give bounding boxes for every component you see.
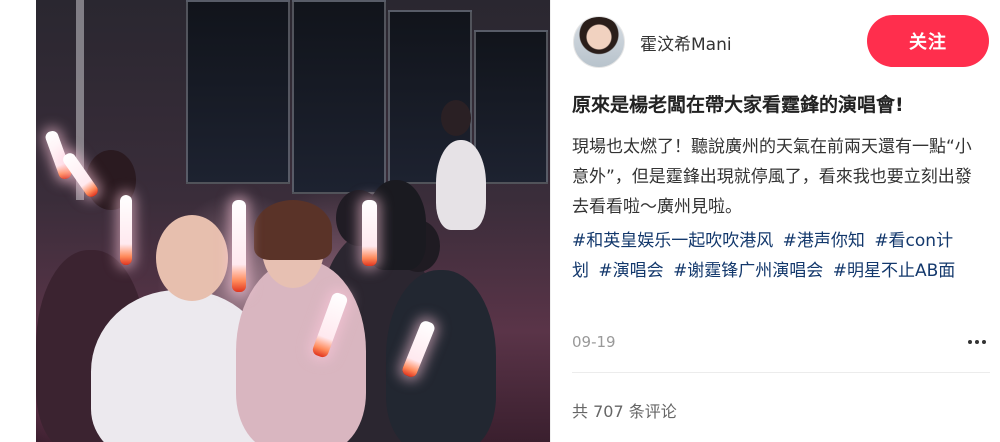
post-date: 09-19 xyxy=(572,333,616,351)
hashtag-link[interactable]: #明星不止AB面 xyxy=(833,261,956,281)
woman-hair xyxy=(254,200,332,260)
post-tags: #和英皇娱乐一起吹吹港风 #港声你知 #看con计划 #演唱会 #谢霆锋广州演唱… xyxy=(572,226,972,286)
crowd-person xyxy=(436,140,486,230)
hashtag-link[interactable]: #和英皇娱乐一起吹吹港风 xyxy=(572,231,773,251)
hashtag-link[interactable]: #演唱会 xyxy=(598,261,663,281)
divider xyxy=(572,372,990,373)
window-pane xyxy=(186,0,290,184)
post-detail-panel: 霍汶希Mani 关注 原來是楊老闆在帶大家看霆鋒的演唱會! 現場也太燃了！聽說廣… xyxy=(551,0,1000,442)
left-margin xyxy=(0,0,36,442)
hashtag-link[interactable]: #港声你知 xyxy=(783,231,865,251)
follow-button[interactable]: 关注 xyxy=(867,15,989,67)
author-name[interactable]: 霍汶希Mani xyxy=(640,30,732,55)
post-image[interactable] xyxy=(36,0,550,442)
hashtag-link[interactable]: #谢霆锋广州演唱会 xyxy=(673,261,823,281)
post-body: 現場也太燃了！聽說廣州的天氣在前兩天還有一點“小意外”，但是霆鋒出現就停風了，看… xyxy=(572,137,972,217)
avatar[interactable] xyxy=(573,16,625,68)
woman-in-light xyxy=(236,260,366,442)
lightstick xyxy=(232,200,246,292)
comment-count: 共 707 条评论 xyxy=(572,402,677,421)
post-title: 原來是楊老闆在帶大家看霆鋒的演唱會! xyxy=(572,94,904,116)
lightstick xyxy=(120,195,132,265)
crowd-head xyxy=(441,100,471,136)
window-pane xyxy=(474,30,548,184)
crowd-person xyxy=(386,270,496,442)
window-pane xyxy=(292,0,386,194)
man-head xyxy=(156,215,228,301)
lightstick xyxy=(362,200,377,266)
more-dots-icon[interactable] xyxy=(965,330,989,354)
